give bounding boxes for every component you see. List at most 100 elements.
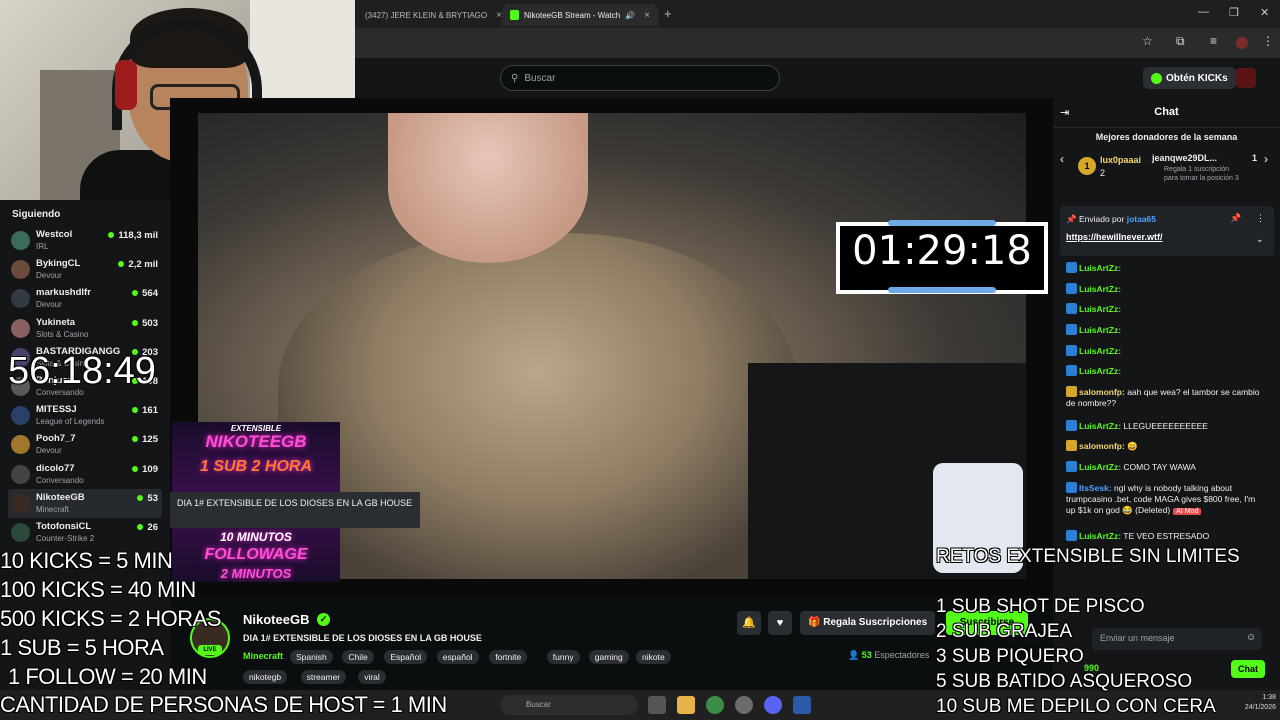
close-window-icon[interactable]: ✕ [1260, 6, 1269, 19]
chat-username[interactable]: LuisArtZz: [1079, 325, 1121, 335]
stream-tag[interactable]: funny [546, 650, 580, 664]
chevron-left-icon[interactable]: ‹ [1060, 152, 1064, 166]
channel-name: dicolo77 [36, 462, 75, 474]
clock-date: 24/1/2026 [1244, 704, 1276, 711]
sidebar-channel[interactable]: MITESSJ League of Legends 161 [8, 401, 162, 430]
system-clock[interactable]: 1:38 24/1/2026 [1220, 693, 1276, 713]
chat-username[interactable]: LuisArtZz: [1079, 263, 1121, 273]
follow-heart-button[interactable]: ♥ [768, 611, 792, 635]
chat-username[interactable]: LuisArtZz: [1079, 346, 1121, 356]
channel-name: markushdlfr [36, 287, 91, 299]
channel-avatar [11, 523, 30, 542]
maximize-icon[interactable]: ❐ [1229, 6, 1239, 19]
stream-tag[interactable]: streamer [300, 670, 347, 684]
channel-category: Counter-Strike 2 [36, 534, 95, 543]
tab-close-icon[interactable]: × [644, 10, 650, 21]
chat-input[interactable]: Enviar un mensaje [1092, 628, 1262, 650]
chat-username[interactable]: LuisArtZz: [1079, 366, 1121, 376]
channel-viewers: 503 [132, 318, 158, 329]
expand-chevron-icon[interactable]: ⌄ [1256, 234, 1264, 245]
chat-message[interactable]: salomonfp: aah que wea? el tambor se cam… [1066, 386, 1266, 409]
taskbar-search[interactable]: Buscar [500, 695, 638, 715]
channel-category: Devour [36, 271, 62, 281]
stream-tag[interactable]: Español [384, 650, 428, 664]
stream-tag[interactable]: nikote [636, 650, 671, 664]
chat-username[interactable]: LuisArtZz: [1079, 462, 1121, 472]
stream-tag[interactable]: nikotegb [243, 670, 288, 684]
chat-message[interactable]: LuisArtZz: [1066, 324, 1266, 336]
chat-message[interactable]: LuisArtZz: [1066, 283, 1266, 295]
sidebar-channel[interactable]: NikoteeGB Minecraft 53 [8, 488, 162, 518]
video-person-neck [388, 113, 588, 263]
sidebar-channel[interactable]: Yukineta Slots & Casino 503 [8, 314, 162, 343]
speaker-icon[interactable]: 🔊 [625, 11, 635, 20]
stream-title: DIA 1# EXTENSIBLE DE LOS DIOSES EN LA GB… [243, 633, 482, 643]
sidebar-channel[interactable]: dicolo77 Conversando 109 [8, 460, 162, 489]
chat-message[interactable]: LuisArtZz: [1066, 345, 1266, 357]
chat-username[interactable]: LuisArtZz: [1079, 284, 1121, 294]
chat-message[interactable]: LuisArtZz: [1066, 262, 1266, 274]
stream-tag[interactable]: gaming [588, 650, 629, 664]
tab-youtube[interactable]: (3427) JERE KLEIN & BRYTIAGO × [352, 4, 502, 26]
unpin-icon[interactable]: 📌 [1230, 213, 1241, 224]
sidebar-channel[interactable]: Westcol IRL 118,3 mil [8, 226, 162, 255]
chat-username[interactable]: ItsSesk: [1079, 483, 1112, 493]
clock-time: 1:38 [1262, 694, 1276, 701]
chat-message[interactable]: ItsSesk: ngl why is nobody talking about… [1066, 482, 1266, 517]
search-input[interactable]: ⚲ Buscar [500, 65, 780, 91]
chat-username[interactable]: LuisArtZz: [1079, 304, 1121, 314]
stream-tag[interactable]: viral [358, 670, 386, 684]
category-link[interactable]: Minecraft [243, 651, 283, 661]
stream-tag[interactable]: español [436, 650, 479, 664]
get-kicks-button[interactable]: Obtén KICKs [1143, 67, 1236, 89]
streamer-name[interactable]: NikoteeGB [243, 612, 309, 627]
gift-subs-button[interactable]: 🎁 Regala Suscripciones [800, 611, 936, 635]
chat-message[interactable]: LuisArtZz: LLEGUEEEEEEEEEE [1066, 420, 1266, 432]
sidebar-channel[interactable]: markushdlfr Devour 564 [8, 284, 162, 313]
task-view-icon[interactable] [648, 696, 666, 714]
user-badge-icon [1066, 461, 1077, 472]
minimize-icon[interactable]: — [1198, 6, 1209, 18]
chat-username[interactable]: salomonfp: [1079, 387, 1125, 397]
chat-message[interactable]: LuisArtZz: [1066, 303, 1266, 315]
app-icon[interactable] [793, 696, 811, 714]
top-donor-card[interactable]: 1 lux0paaai 2 [1078, 153, 1150, 183]
browser-menu-icon[interactable]: ⋮ [1262, 34, 1274, 48]
send-chat-button[interactable]: Chat [1231, 660, 1265, 678]
discord-icon[interactable] [764, 696, 782, 714]
reading-list-icon[interactable]: ≡ [1210, 34, 1217, 48]
tab-kick-stream[interactable]: NikoteeGB Stream - Watch 🔊 × [502, 4, 658, 26]
chat-message[interactable]: LuisArtZz: [1066, 365, 1266, 377]
sidebar-channel[interactable]: Pooh7_7 Devour 125 [8, 430, 162, 459]
bookmark-star-icon[interactable]: ☆ [1142, 34, 1153, 48]
profile-avatar[interactable] [1236, 37, 1248, 49]
chat-message[interactable]: LuisArtZz: COMO TAY WAWA [1066, 461, 1266, 473]
top-donor-card[interactable]: jeanqwe29DL... 1 Regala 1 suscripción pa… [1152, 153, 1262, 183]
sidebar-channel[interactable]: TotofonsiCL Counter-Strike 2 26 [8, 518, 162, 547]
channel-avatar [11, 318, 30, 338]
pinned-link[interactable]: https://hewillnever.wtf/ [1066, 232, 1163, 242]
extensions-icon[interactable]: ⧉ [1176, 34, 1185, 49]
chat-message[interactable]: LuisArtZz: TE VEO ESTRESADO [1066, 530, 1266, 542]
chat-username[interactable]: LuisArtZz: [1079, 531, 1121, 541]
file-explorer-icon[interactable] [677, 696, 695, 714]
stream-tag[interactable]: Chile [342, 650, 374, 664]
user-badge-icon [1066, 365, 1077, 376]
obs-icon[interactable] [735, 696, 753, 714]
notification-bell-button[interactable]: 🔔 [737, 611, 761, 635]
emoji-icon[interactable]: ☺ [1246, 632, 1256, 643]
chevron-right-icon[interactable]: › [1264, 152, 1268, 166]
new-tab-button[interactable]: + [664, 6, 672, 21]
more-options-icon[interactable]: ⋮ [1256, 213, 1265, 224]
chrome-icon[interactable] [706, 696, 724, 714]
sidebar-channel[interactable]: BykingCL Devour 2,2 mil [8, 255, 162, 284]
kicks-coin-icon [1151, 72, 1162, 84]
stream-tag[interactable]: Spanish [290, 650, 333, 664]
chat-username[interactable]: LuisArtZz: [1079, 421, 1121, 431]
stream-tag[interactable]: fortnite [489, 650, 528, 664]
chat-message[interactable]: salomonfp: 😄 [1066, 440, 1266, 452]
get-kicks-label: Obtén KICKs [1166, 72, 1228, 84]
chat-username[interactable]: salomonfp: [1079, 441, 1125, 451]
user-badge-icon [1066, 283, 1077, 294]
user-avatar[interactable] [1236, 68, 1256, 88]
